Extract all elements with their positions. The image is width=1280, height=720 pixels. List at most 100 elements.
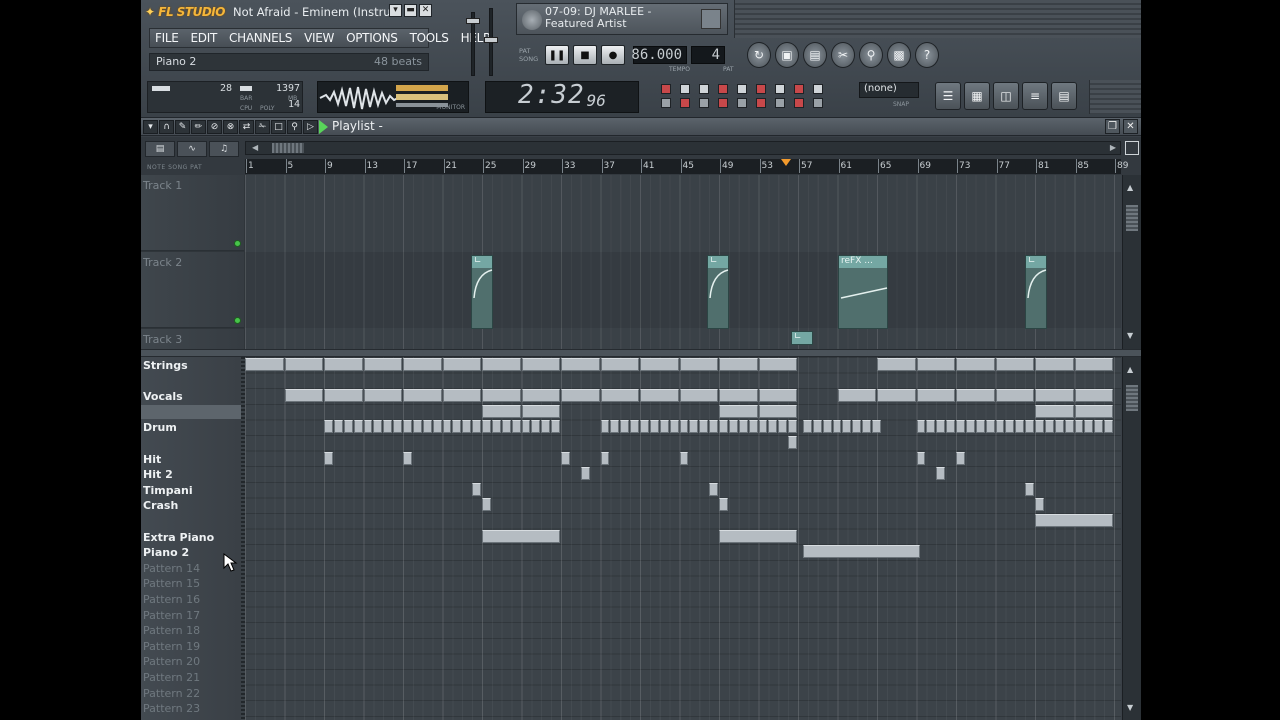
playlist-title[interactable]: Playlist - (332, 119, 383, 133)
track-2-header[interactable]: Track 2 (141, 252, 244, 328)
loop-record-icon[interactable] (775, 98, 785, 108)
menu-options[interactable]: OPTIONS (341, 31, 405, 45)
menu-file[interactable]: FILE (150, 31, 186, 45)
close-window-button[interactable]: ✕ (419, 4, 432, 17)
pattern-clip[interactable] (640, 358, 679, 371)
automation-clip[interactable]: ∟ (791, 331, 813, 345)
pattern-clip[interactable] (719, 498, 728, 512)
pattern-clip[interactable] (1025, 482, 1034, 496)
pattern-clip[interactable] (1025, 420, 1034, 434)
pattern-clip[interactable] (482, 358, 521, 371)
pattern-clip[interactable] (245, 358, 284, 371)
playlist-view-icon[interactable]: ☰ (935, 82, 961, 110)
pattern-clip[interactable] (472, 482, 481, 496)
blend-icon[interactable] (756, 98, 766, 108)
pattern-clip[interactable] (649, 420, 659, 434)
pattern-clip[interactable] (521, 358, 560, 371)
pattern-clip[interactable] (985, 420, 995, 434)
pattern-clip[interactable] (975, 420, 985, 434)
blend-icon[interactable] (756, 84, 766, 94)
pattern-number-display[interactable]: 4 (691, 46, 725, 64)
pattern-name[interactable]: Crash (143, 499, 178, 512)
pattern-clip[interactable] (610, 420, 620, 434)
pattern-clip[interactable] (788, 420, 797, 434)
pattern-clip[interactable] (600, 451, 610, 465)
track-3-header[interactable]: Track 3 (141, 329, 244, 351)
pattern-clip[interactable] (679, 358, 718, 371)
step-sequencer-icon[interactable]: ▦ (964, 82, 990, 110)
pattern-clip[interactable] (956, 389, 995, 403)
pattern-clip[interactable] (719, 358, 758, 371)
pattern-clip[interactable] (956, 358, 995, 371)
pattern-clip[interactable] (482, 420, 491, 434)
automation-clip[interactable]: ∟ (471, 255, 493, 329)
pattern-clip[interactable] (1005, 420, 1015, 434)
pattern-clip[interactable] (748, 420, 758, 434)
pattern-clip[interactable] (1084, 420, 1094, 434)
pattern-clip[interactable] (936, 467, 946, 481)
pattern-clip[interactable] (403, 451, 412, 465)
typing-keyboard-icon[interactable] (794, 98, 804, 108)
multilink-icon[interactable] (813, 98, 823, 108)
pattern-clip[interactable] (403, 358, 442, 371)
menu-tools[interactable]: TOOLS (405, 31, 456, 45)
typing-keyboard-icon[interactable] (794, 84, 804, 94)
pattern-clip[interactable] (679, 420, 689, 434)
pattern-clip[interactable] (758, 389, 797, 403)
pattern-name[interactable]: Pattern 20 (143, 655, 200, 668)
pattern-clip[interactable] (659, 420, 669, 434)
browser-icon[interactable]: ≡ (1022, 82, 1048, 110)
pattern-clip[interactable] (679, 389, 718, 403)
pattern-clip[interactable] (778, 420, 788, 434)
pattern-clip[interactable] (842, 420, 852, 434)
pattern-clip[interactable] (738, 420, 748, 434)
pattern-clip[interactable] (600, 420, 610, 434)
pattern-clip[interactable] (561, 389, 600, 403)
pattern-clip[interactable] (521, 389, 560, 403)
select-icon[interactable]: □ (271, 120, 286, 134)
pattern-clip[interactable] (758, 420, 768, 434)
pattern-clip[interactable] (995, 358, 1034, 371)
pattern-clip[interactable] (482, 404, 521, 418)
pattern-clip[interactable] (802, 545, 921, 559)
now-playing-panel[interactable]: 07-09: DJ MARLEE - Featured Artist (516, 3, 728, 35)
pattern-clip[interactable] (531, 420, 541, 434)
pause-icon[interactable]: ❚❚ (545, 45, 569, 65)
song-knob-icon[interactable] (522, 10, 542, 30)
vertical-scroll-thumb[interactable] (1126, 385, 1138, 411)
pattern-grid[interactable] (245, 357, 1121, 720)
pattern-clip[interactable] (709, 420, 718, 434)
pattern-clip[interactable] (1015, 420, 1025, 434)
pattern-name[interactable]: Pattern 16 (143, 593, 200, 606)
cut-icon[interactable]: ✂ (831, 42, 855, 68)
pattern-clip[interactable] (343, 420, 353, 434)
pattern-clip[interactable] (956, 451, 965, 465)
record-automation-icon[interactable] (718, 84, 728, 94)
pattern-clip[interactable] (822, 420, 832, 434)
pattern-clip[interactable] (669, 420, 679, 434)
tracks-vertical-scrollbar[interactable]: ▲ ▼ (1122, 175, 1141, 349)
playback-icon[interactable]: ▷ (303, 120, 318, 134)
pattern-clip[interactable] (946, 420, 955, 434)
slice-icon[interactable]: ✁ (255, 120, 270, 134)
fl-studio-logo[interactable]: ✦ FL STUDIO (145, 5, 225, 19)
metronome-icon[interactable] (661, 84, 671, 94)
document-icon[interactable]: ▩ (887, 42, 911, 68)
pattern-clip[interactable] (324, 358, 363, 371)
pattern-clip[interactable] (324, 389, 363, 403)
maximize-icon[interactable]: ❐ (1105, 119, 1120, 134)
refx-automation-clip[interactable]: reFX ... (838, 255, 888, 329)
scroll-down-icon[interactable]: ▼ (1127, 703, 1133, 712)
save-icon[interactable]: ▣ (775, 42, 799, 68)
playhead-marker[interactable] (781, 159, 791, 166)
pattern-clip[interactable] (383, 420, 393, 434)
master-volume-knob[interactable] (466, 18, 480, 24)
pattern-clip[interactable] (1035, 514, 1113, 527)
waveform-monitor[interactable]: MONITOR (317, 81, 469, 113)
pattern-clip[interactable] (422, 420, 432, 434)
export-icon[interactable]: ▤ (803, 42, 827, 68)
scroll-down-icon[interactable]: ▼ (1127, 331, 1133, 340)
pattern-clip[interactable] (521, 420, 531, 434)
pattern-clip[interactable] (442, 389, 481, 403)
scroll-up-icon[interactable]: ▲ (1127, 365, 1133, 374)
